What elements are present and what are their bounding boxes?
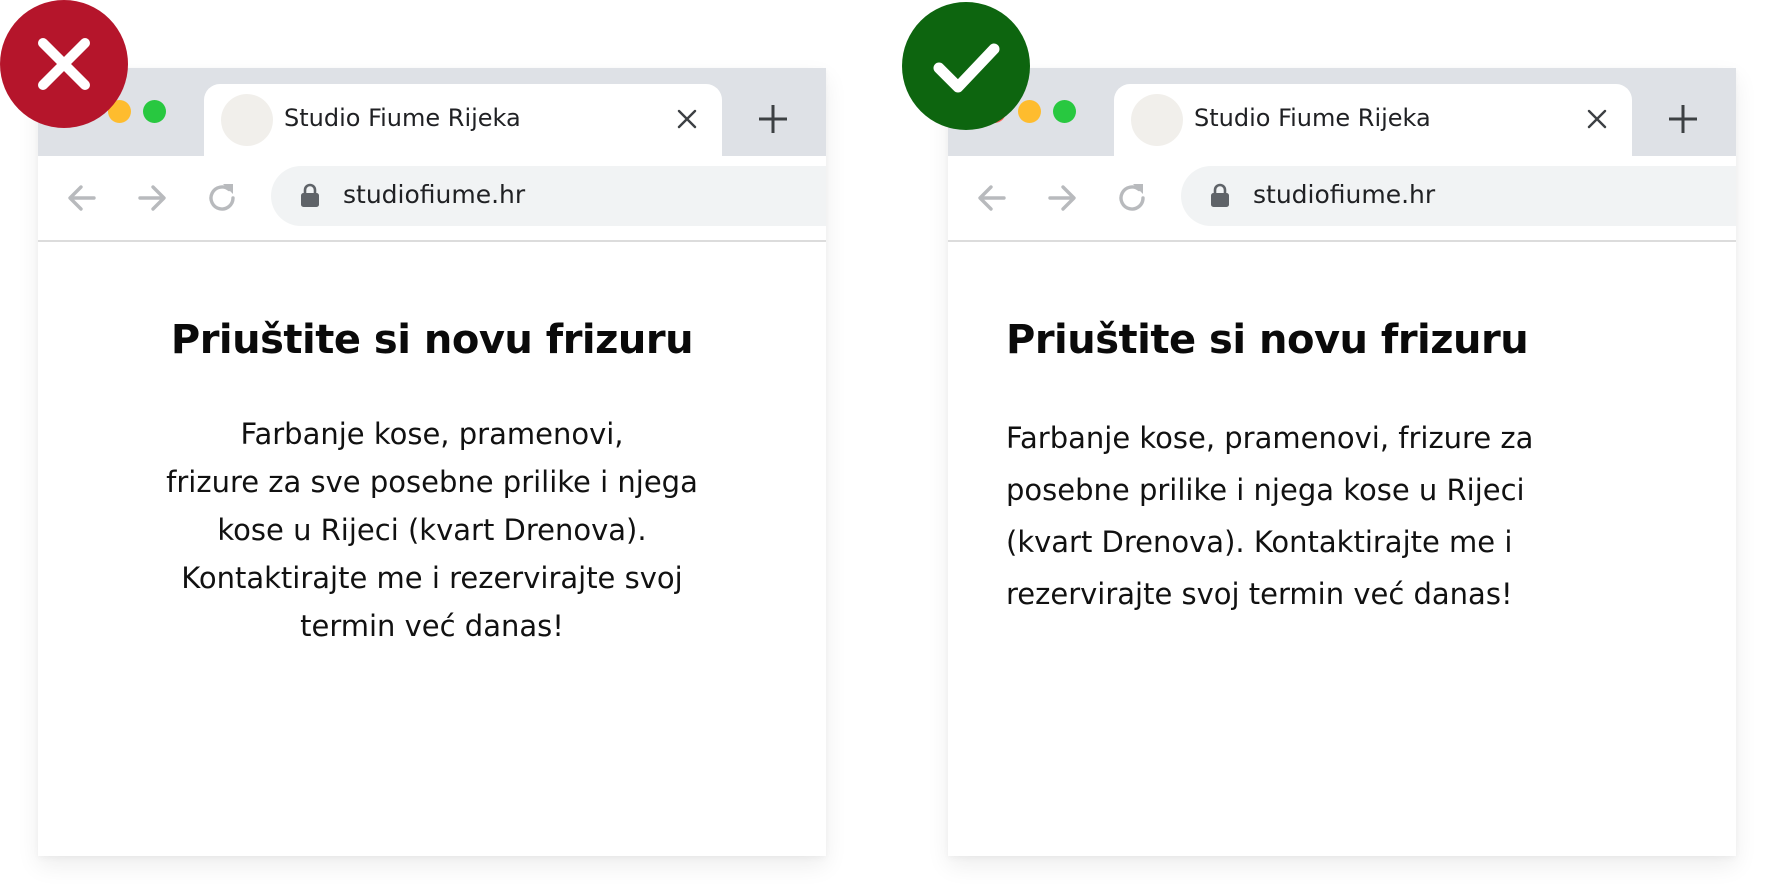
browser-toolbar: studiofiume.hr: [948, 156, 1736, 242]
tab-title: Studio Fiume Rijeka: [1194, 104, 1431, 132]
window-maximize-button[interactable]: [1053, 100, 1076, 123]
address-bar[interactable]: studiofiume.hr: [1181, 166, 1736, 226]
browser-toolbar: studiofiume.hr: [38, 156, 826, 242]
paragraph-line: kose u Rijeci (kvart Drenova).: [217, 513, 647, 547]
intro-paragraph-centered: Farbanje kose, pramenovi, frizure za sve…: [98, 410, 766, 650]
paragraph-line: Kontaktirajte me i rezervirajte svoj: [181, 561, 683, 595]
new-tab-icon[interactable]: [756, 102, 790, 136]
reload-icon[interactable]: [1112, 178, 1152, 218]
tab-title: Studio Fiume Rijeka: [284, 104, 521, 132]
check-icon: [933, 43, 1000, 93]
favicon-icon: [221, 94, 273, 146]
new-tab-icon[interactable]: [1666, 102, 1700, 136]
url-text: studiofiume.hr: [1253, 180, 1436, 209]
address-bar[interactable]: studiofiume.hr: [271, 166, 826, 226]
tab-strip: Studio Fiume Rijeka: [948, 68, 1736, 156]
tab-close-icon[interactable]: [1584, 106, 1610, 132]
paragraph-line: posebne prilike i njega kose u Rijeci: [1006, 473, 1525, 507]
browser-window-good-example: Studio Fiume Rijeka studiofiume.hr Priuš…: [948, 68, 1736, 856]
browser-tab[interactable]: Studio Fiume Rijeka: [1114, 84, 1632, 156]
intro-paragraph-left-aligned: Farbanje kose, pramenovi, frizure za pos…: [1006, 412, 1706, 620]
paragraph-line: (kvart Drenova). Kontaktirajte me i: [1006, 525, 1513, 559]
tab-strip: Studio Fiume Rijeka: [38, 68, 826, 156]
forward-arrow-icon[interactable]: [1042, 178, 1082, 218]
page-content: Priuštite si novu frizuru Farbanje kose,…: [948, 242, 1736, 856]
reload-icon[interactable]: [202, 178, 242, 218]
lock-icon: [1209, 182, 1231, 208]
paragraph-line: Farbanje kose, pramenovi,: [240, 417, 624, 451]
lock-icon: [299, 182, 321, 208]
window-maximize-button[interactable]: [143, 100, 166, 123]
paragraph-line: termin već danas!: [300, 609, 564, 643]
paragraph-line: Farbanje kose, pramenovi, frizure za: [1006, 421, 1534, 455]
tab-close-icon[interactable]: [674, 106, 700, 132]
browser-window-bad-example: Studio Fiume Rijeka studiofiume.hr Priuš…: [38, 68, 826, 856]
page-headline: Priuštite si novu frizuru: [1006, 317, 1529, 363]
paragraph-line: rezervirajte svoj termin već danas!: [1006, 577, 1513, 611]
x-icon: [38, 38, 90, 90]
paragraph-line: frizure za sve posebne prilike i njega: [166, 465, 698, 499]
page-content: Priuštite si novu frizuru Farbanje kose,…: [38, 242, 826, 856]
back-arrow-icon[interactable]: [62, 178, 102, 218]
favicon-icon: [1131, 94, 1183, 146]
page-headline: Priuštite si novu frizuru: [170, 317, 694, 363]
browser-tab[interactable]: Studio Fiume Rijeka: [204, 84, 722, 156]
url-text: studiofiume.hr: [343, 180, 526, 209]
forward-arrow-icon[interactable]: [132, 178, 172, 218]
incorrect-badge: [0, 0, 128, 128]
back-arrow-icon[interactable]: [972, 178, 1012, 218]
correct-badge: [902, 2, 1030, 130]
